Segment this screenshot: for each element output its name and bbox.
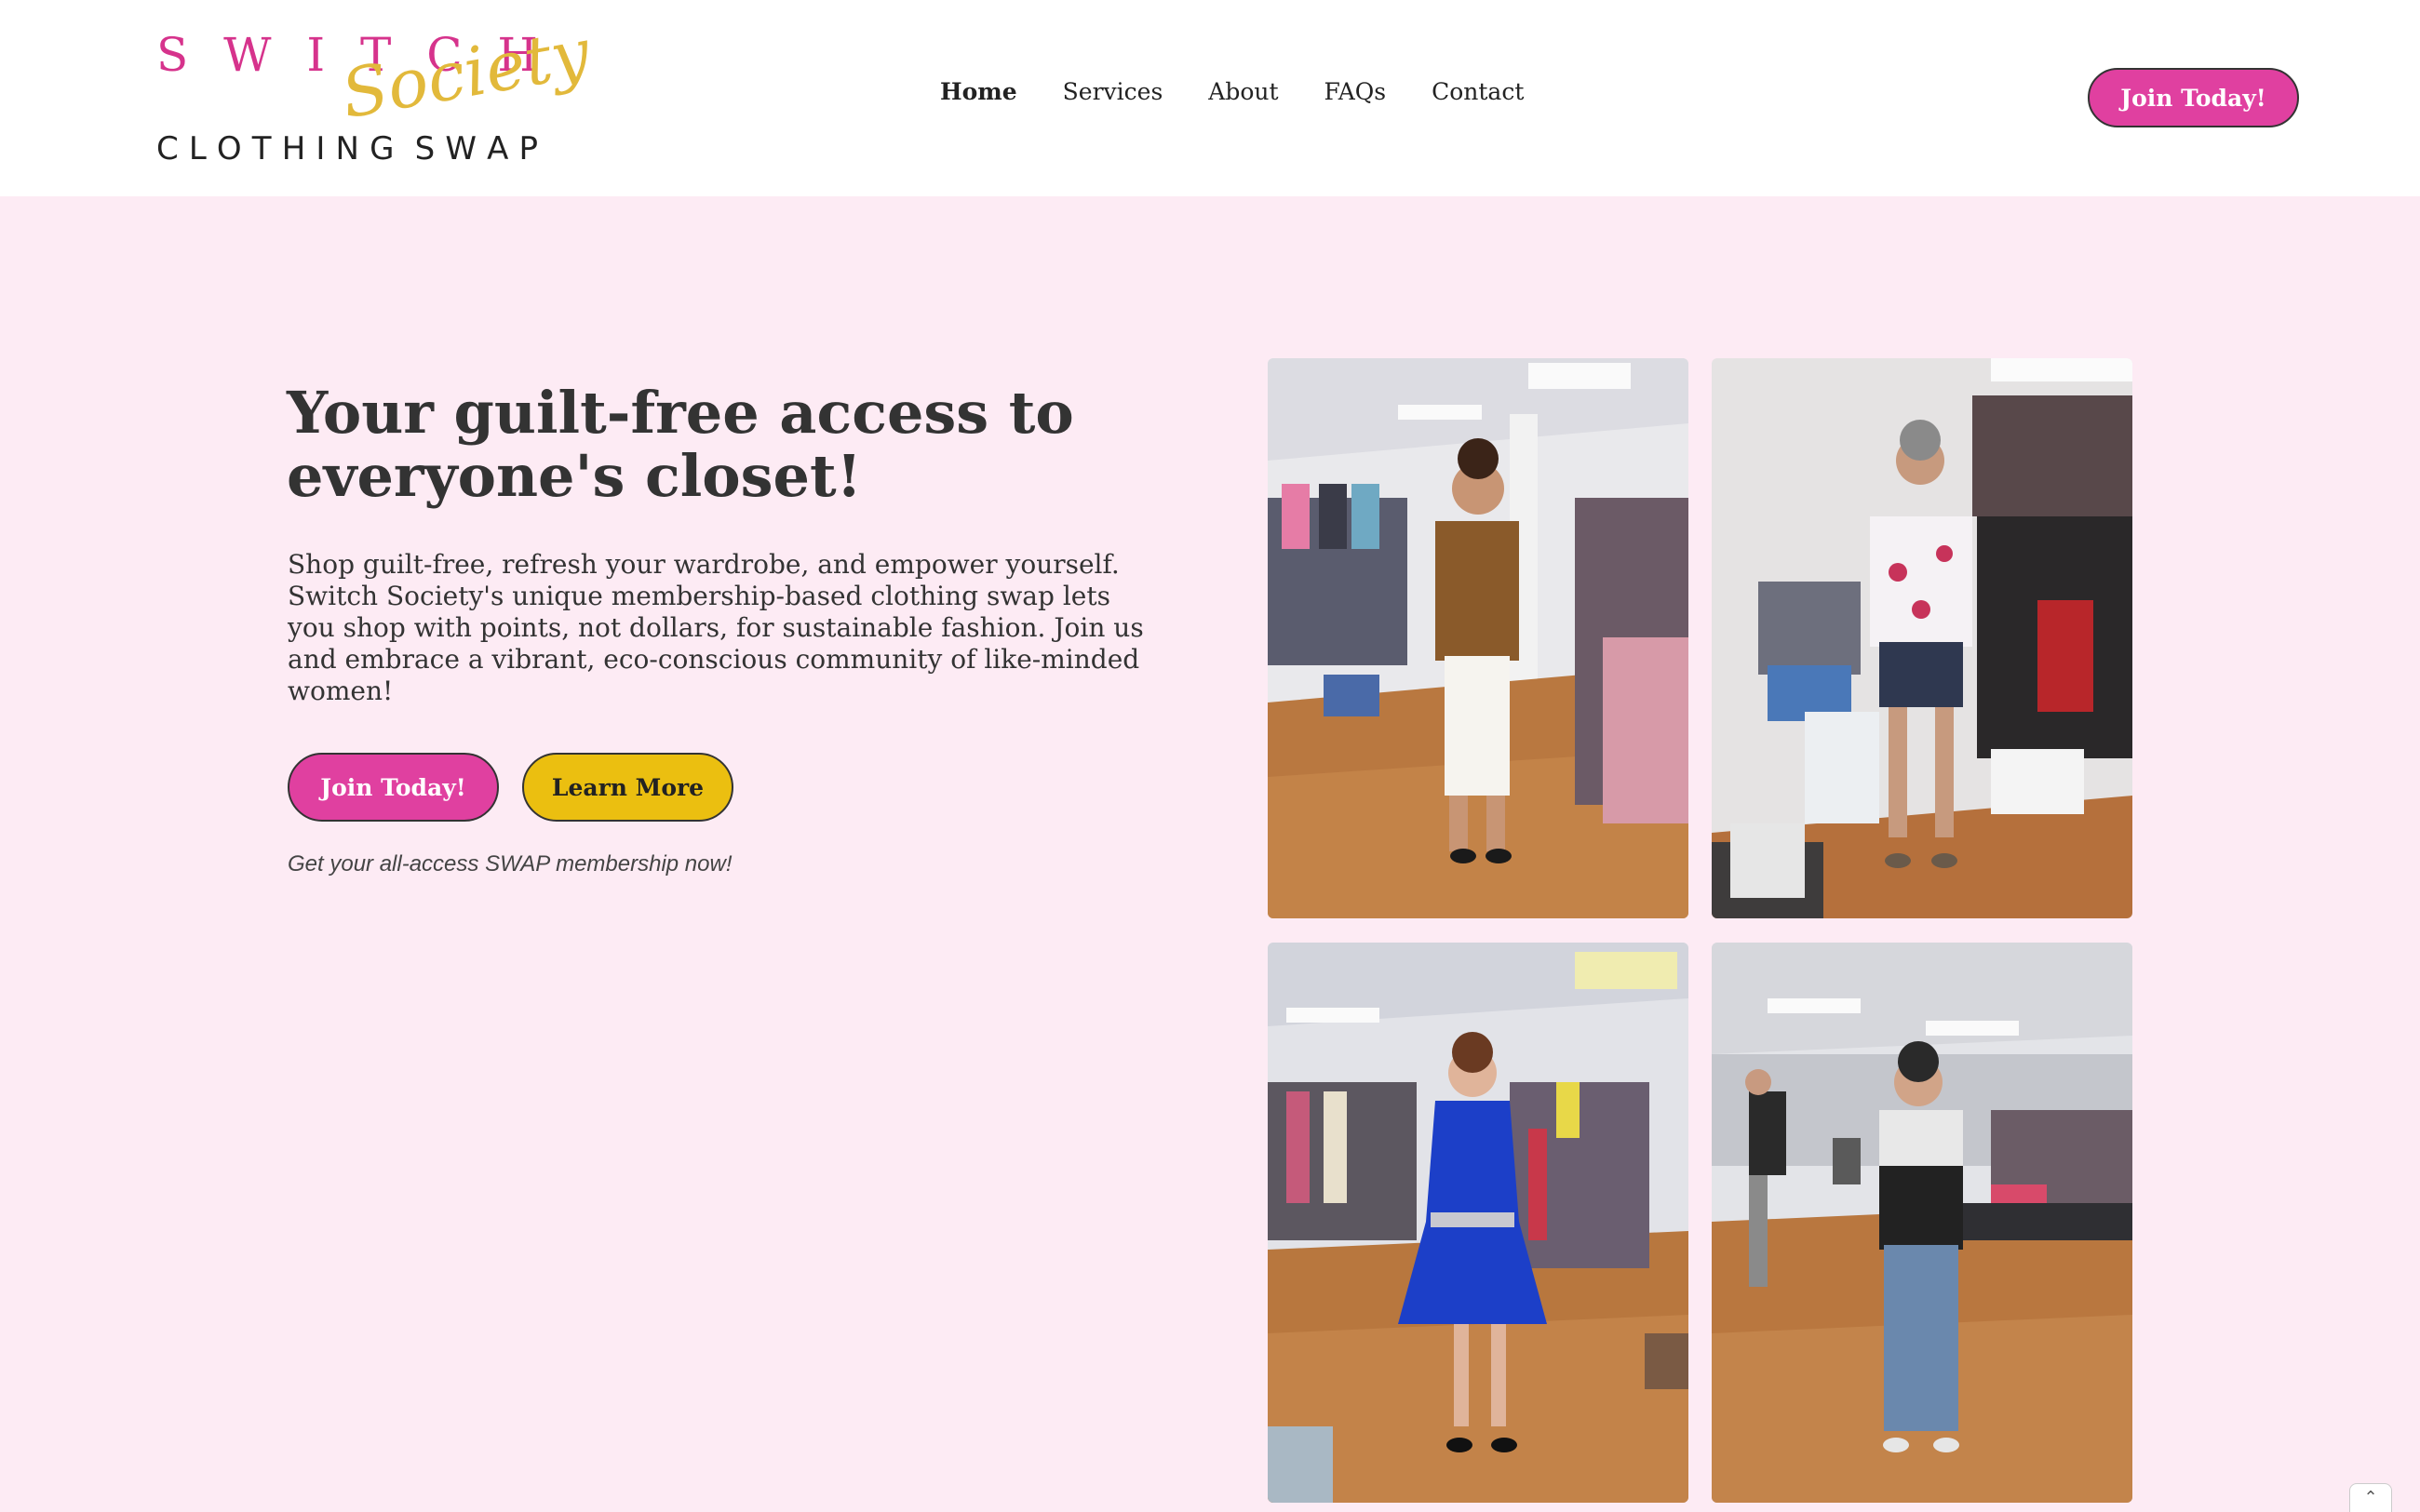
logo-letter: S: [156, 28, 189, 82]
hero-description: Shop guilt-free, refresh your wardrobe, …: [288, 549, 1144, 706]
photo-woman-patterned-top: [1712, 943, 2132, 1503]
header-join-button[interactable]: Join Today!: [2088, 68, 2299, 127]
logo-letter: C: [156, 130, 179, 167]
logo-letter: G: [370, 130, 395, 167]
chevron-up-icon: ⌃: [2363, 1488, 2378, 1507]
site-header: S W I T C H Society C L O T H I N G S W …: [0, 0, 2420, 196]
logo-letter: T: [251, 130, 272, 167]
logo-letter: P: [518, 130, 538, 167]
logo-letter: W: [223, 28, 272, 82]
nav-about[interactable]: About: [1208, 78, 1278, 105]
logo-letter: A: [487, 130, 509, 167]
logo-letter: N: [335, 130, 359, 167]
logo-letter: I: [316, 130, 326, 167]
photo-woman-blue-dress: [1268, 943, 1688, 1503]
logo-letter: H: [281, 130, 306, 167]
nav-faqs[interactable]: FAQs: [1324, 78, 1387, 105]
logo-letter: L: [188, 130, 207, 167]
scroll-to-top-button[interactable]: ⌃: [2349, 1483, 2392, 1512]
learn-more-button[interactable]: Learn More: [522, 753, 733, 822]
membership-note: Get your all-access SWAP membership now!: [288, 851, 733, 876]
nav-contact[interactable]: Contact: [1432, 78, 1524, 105]
photo-woman-leopard-top: [1268, 358, 1688, 918]
logo-letter: I: [306, 28, 326, 82]
hero-title: Your guilt-free access to everyone's clo…: [287, 379, 1074, 510]
logo-wordmark-bottom: C L O T H I N G S W A P: [156, 130, 538, 167]
nav-services[interactable]: Services: [1063, 78, 1163, 105]
join-today-button[interactable]: Join Today!: [288, 753, 499, 822]
nav-home[interactable]: Home: [940, 78, 1017, 105]
photo-woman-floral-top: [1712, 358, 2132, 918]
logo-letter: O: [216, 130, 242, 167]
logo-letter: S: [414, 130, 436, 167]
switch-society-logo[interactable]: S W I T C H Society C L O T H I N G S W …: [156, 13, 595, 167]
logo-letter: W: [445, 130, 477, 167]
main-nav: Home Services About FAQs Contact: [940, 78, 1569, 105]
